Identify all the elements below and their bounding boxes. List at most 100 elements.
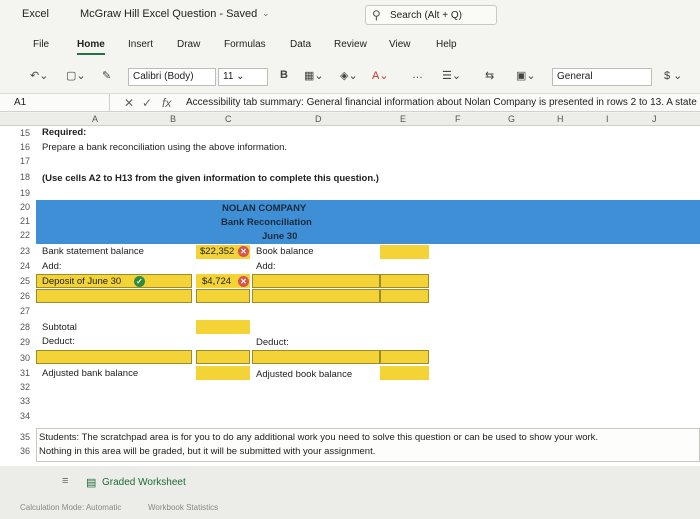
document-title[interactable]: McGraw Hill Excel Question - Saved [80,8,257,20]
column-header-a[interactable]: A [92,114,98,124]
tab-file[interactable]: File [33,39,49,50]
row-number[interactable]: 34 [0,411,36,423]
tab-help[interactable]: Help [436,39,457,50]
deduct-label-right[interactable]: Deduct: [256,337,289,348]
tab-formulas[interactable]: Formulas [224,39,266,50]
bank-deduct-label-cell[interactable] [36,350,192,364]
row-number[interactable]: 21 [0,216,36,228]
column-header-h[interactable]: H [557,114,564,124]
row-number[interactable]: 17 [0,156,36,168]
statement-date[interactable]: June 30 [262,231,297,242]
chevron-down-icon[interactable]: ⌄ [262,8,270,19]
bank-deduct-value-cell[interactable] [196,350,250,364]
all-sheets-icon[interactable]: ≡ [62,475,68,487]
tab-insert[interactable]: Insert [128,39,153,50]
deposit-value[interactable]: $4,724 [202,276,231,287]
currency-button[interactable]: $ ⌄ [664,69,682,82]
column-header-j[interactable]: J [652,114,657,124]
format-painter-icon[interactable]: ✎ [102,69,111,82]
bank-balance-value[interactable]: $22,352 [200,246,234,257]
tab-draw[interactable]: Draw [177,39,200,50]
workbook-statistics[interactable]: Workbook Statistics [148,503,218,512]
column-header-e[interactable]: E [400,114,406,124]
row-number[interactable]: 28 [0,322,36,334]
statement-name[interactable]: Bank Reconciliation [221,217,312,228]
tab-review[interactable]: Review [334,39,367,50]
row-number[interactable]: 26 [0,291,36,303]
name-box[interactable]: A1 [10,94,110,112]
deposit-label[interactable]: Deposit of June 30 [42,276,121,287]
row-number[interactable]: 18 [0,172,36,184]
row-number[interactable]: 29 [0,337,36,349]
add-label-left[interactable]: Add: [42,261,62,272]
column-header-d[interactable]: D [315,114,322,124]
font-color-icon[interactable]: A⌄ [372,69,389,82]
merge-icon[interactable]: ▣⌄ [516,69,536,82]
reconciliation-header [36,200,700,244]
calculation-mode[interactable]: Calculation Mode: Automatic [20,503,121,512]
number-format-select[interactable]: General [552,68,652,86]
row-number[interactable]: 36 [0,446,36,458]
row-number[interactable]: 23 [0,246,36,258]
confirm-icon[interactable]: ✓ [142,96,152,110]
align-icon[interactable]: ☰⌄ [442,69,461,82]
bank-add-label-cell[interactable] [36,289,192,303]
column-header-c[interactable]: C [225,114,232,124]
row-number[interactable]: 30 [0,353,36,365]
row-number[interactable]: 20 [0,202,36,214]
subtotal-label[interactable]: Subtotal [42,322,77,333]
book-add-label-cell[interactable] [252,274,380,288]
adjusted-book-cell[interactable] [380,366,429,380]
column-header-b[interactable]: B [170,114,176,124]
clipboard-icon[interactable]: ▢⌄ [66,69,86,82]
row-number[interactable]: 35 [0,432,36,444]
search-input[interactable]: ⚲ Search (Alt + Q) [365,5,497,25]
undo-icon[interactable]: ↶⌄ [30,69,48,82]
wrap-text-icon[interactable]: ⇆ [485,69,494,82]
row-number[interactable]: 15 [0,128,36,140]
formula-input[interactable]: Accessibility tab summary: General finan… [186,97,697,108]
book-balance-label[interactable]: Book balance [256,246,314,257]
row-number[interactable]: 31 [0,368,36,380]
book-balance-cell[interactable] [380,245,429,259]
bank-balance-label[interactable]: Bank statement balance [42,246,144,257]
row-number[interactable]: 19 [0,188,36,200]
adjusted-bank-cell[interactable] [196,366,250,380]
borders-icon[interactable]: ▦⌄ [304,69,324,82]
book-deduct-value-cell[interactable] [380,350,429,364]
book-add-label-cell[interactable] [252,289,380,303]
font-name-select[interactable]: Calibri (Body) [128,68,216,86]
row-number[interactable]: 25 [0,276,36,288]
deduct-label-left[interactable]: Deduct: [42,336,75,347]
column-header-i[interactable]: I [606,114,609,124]
adjusted-bank-label[interactable]: Adjusted bank balance [42,368,138,379]
fill-color-icon[interactable]: ◈⌄ [340,69,358,82]
add-label-right[interactable]: Add: [256,261,276,272]
subtotal-cell[interactable] [196,320,250,334]
adjusted-book-label[interactable]: Adjusted book balance [256,369,352,380]
more-icon[interactable]: … [412,69,423,81]
company-name[interactable]: NOLAN COMPANY [222,203,306,214]
cancel-icon[interactable]: ✕ [124,96,134,110]
row-number[interactable]: 24 [0,261,36,273]
bank-add-value-cell[interactable] [196,289,250,303]
font-size-select[interactable]: 11 ⌄ [218,68,268,86]
worksheet-grid[interactable]: 15 16 17 18 19 20 21 22 23 24 25 26 27 2… [0,126,700,466]
row-number[interactable]: 16 [0,142,36,154]
tab-home[interactable]: Home [77,39,105,55]
fx-icon[interactable]: fx [162,96,171,110]
book-deduct-label-cell[interactable] [252,350,380,364]
book-add-value-cell[interactable] [380,274,429,288]
row-number[interactable]: 32 [0,382,36,394]
tab-data[interactable]: Data [290,39,311,50]
scratchpad-area[interactable]: Students: The scratchpad area is for you… [36,428,700,462]
row-number[interactable]: 22 [0,230,36,242]
sheet-tab-graded-worksheet[interactable]: ▤ Graded Worksheet [80,474,195,494]
book-add-value-cell[interactable] [380,289,429,303]
tab-view[interactable]: View [389,39,411,50]
column-header-f[interactable]: F [455,114,461,124]
column-header-g[interactable]: G [508,114,515,124]
row-number[interactable]: 27 [0,306,36,318]
row-number[interactable]: 33 [0,396,36,408]
bold-button[interactable]: B [280,69,288,81]
